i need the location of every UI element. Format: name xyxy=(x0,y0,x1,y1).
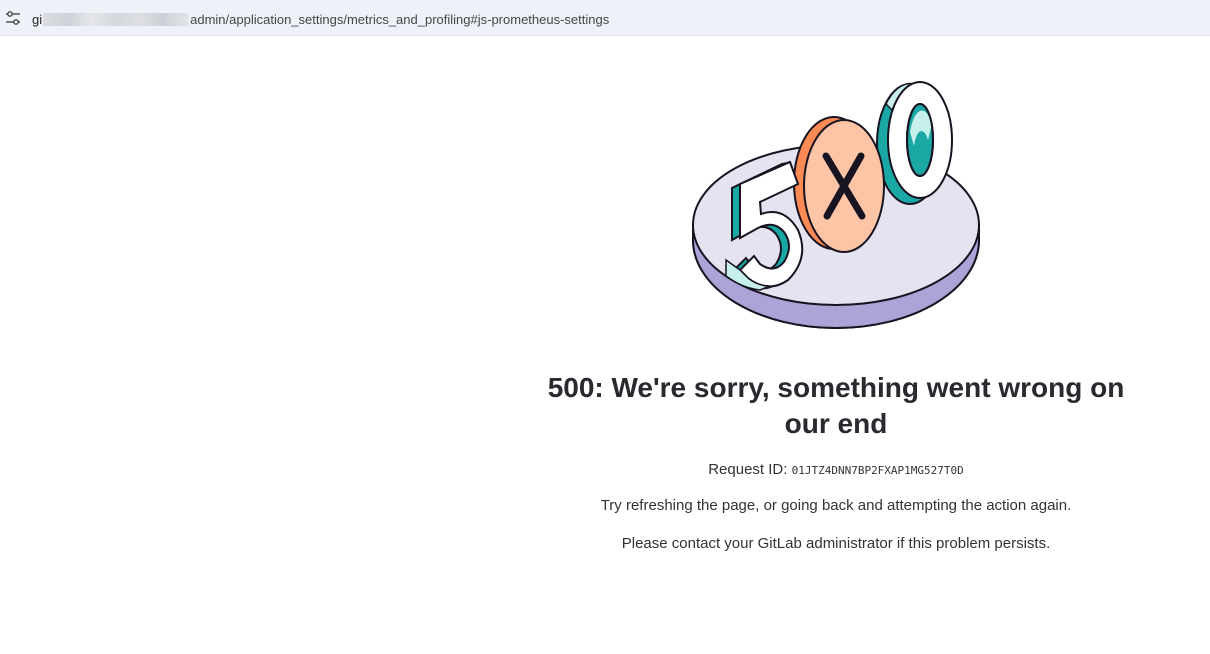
x-coin xyxy=(793,116,885,253)
url-host-prefix: gi xyxy=(32,11,43,27)
tune-icon[interactable] xyxy=(4,9,22,27)
refresh-hint: Try refreshing the page, or going back a… xyxy=(600,497,1072,514)
address-bar[interactable]: gi admin/application_settings/metrics_an… xyxy=(0,0,1210,36)
url-path: admin/application_settings/metrics_and_p… xyxy=(190,11,610,27)
page-title: 500: We're sorry, something went wrong o… xyxy=(547,372,1125,439)
contact-admin-hint: Please contact your GitLab administrator… xyxy=(621,535,1051,552)
request-id-value: 01JTZ4DNN7BP2FXAP1MG527T0D xyxy=(791,464,964,477)
url-host-redacted xyxy=(43,12,190,26)
url-field[interactable]: gi admin/application_settings/metrics_an… xyxy=(32,10,609,28)
digit-zero xyxy=(876,81,953,205)
request-id-label: Request ID: xyxy=(708,461,788,478)
request-id-line: Request ID: 01JTZ4DNN7BP2FXAP1MG527T0D xyxy=(536,461,1136,478)
error-500-illustration xyxy=(692,81,980,329)
